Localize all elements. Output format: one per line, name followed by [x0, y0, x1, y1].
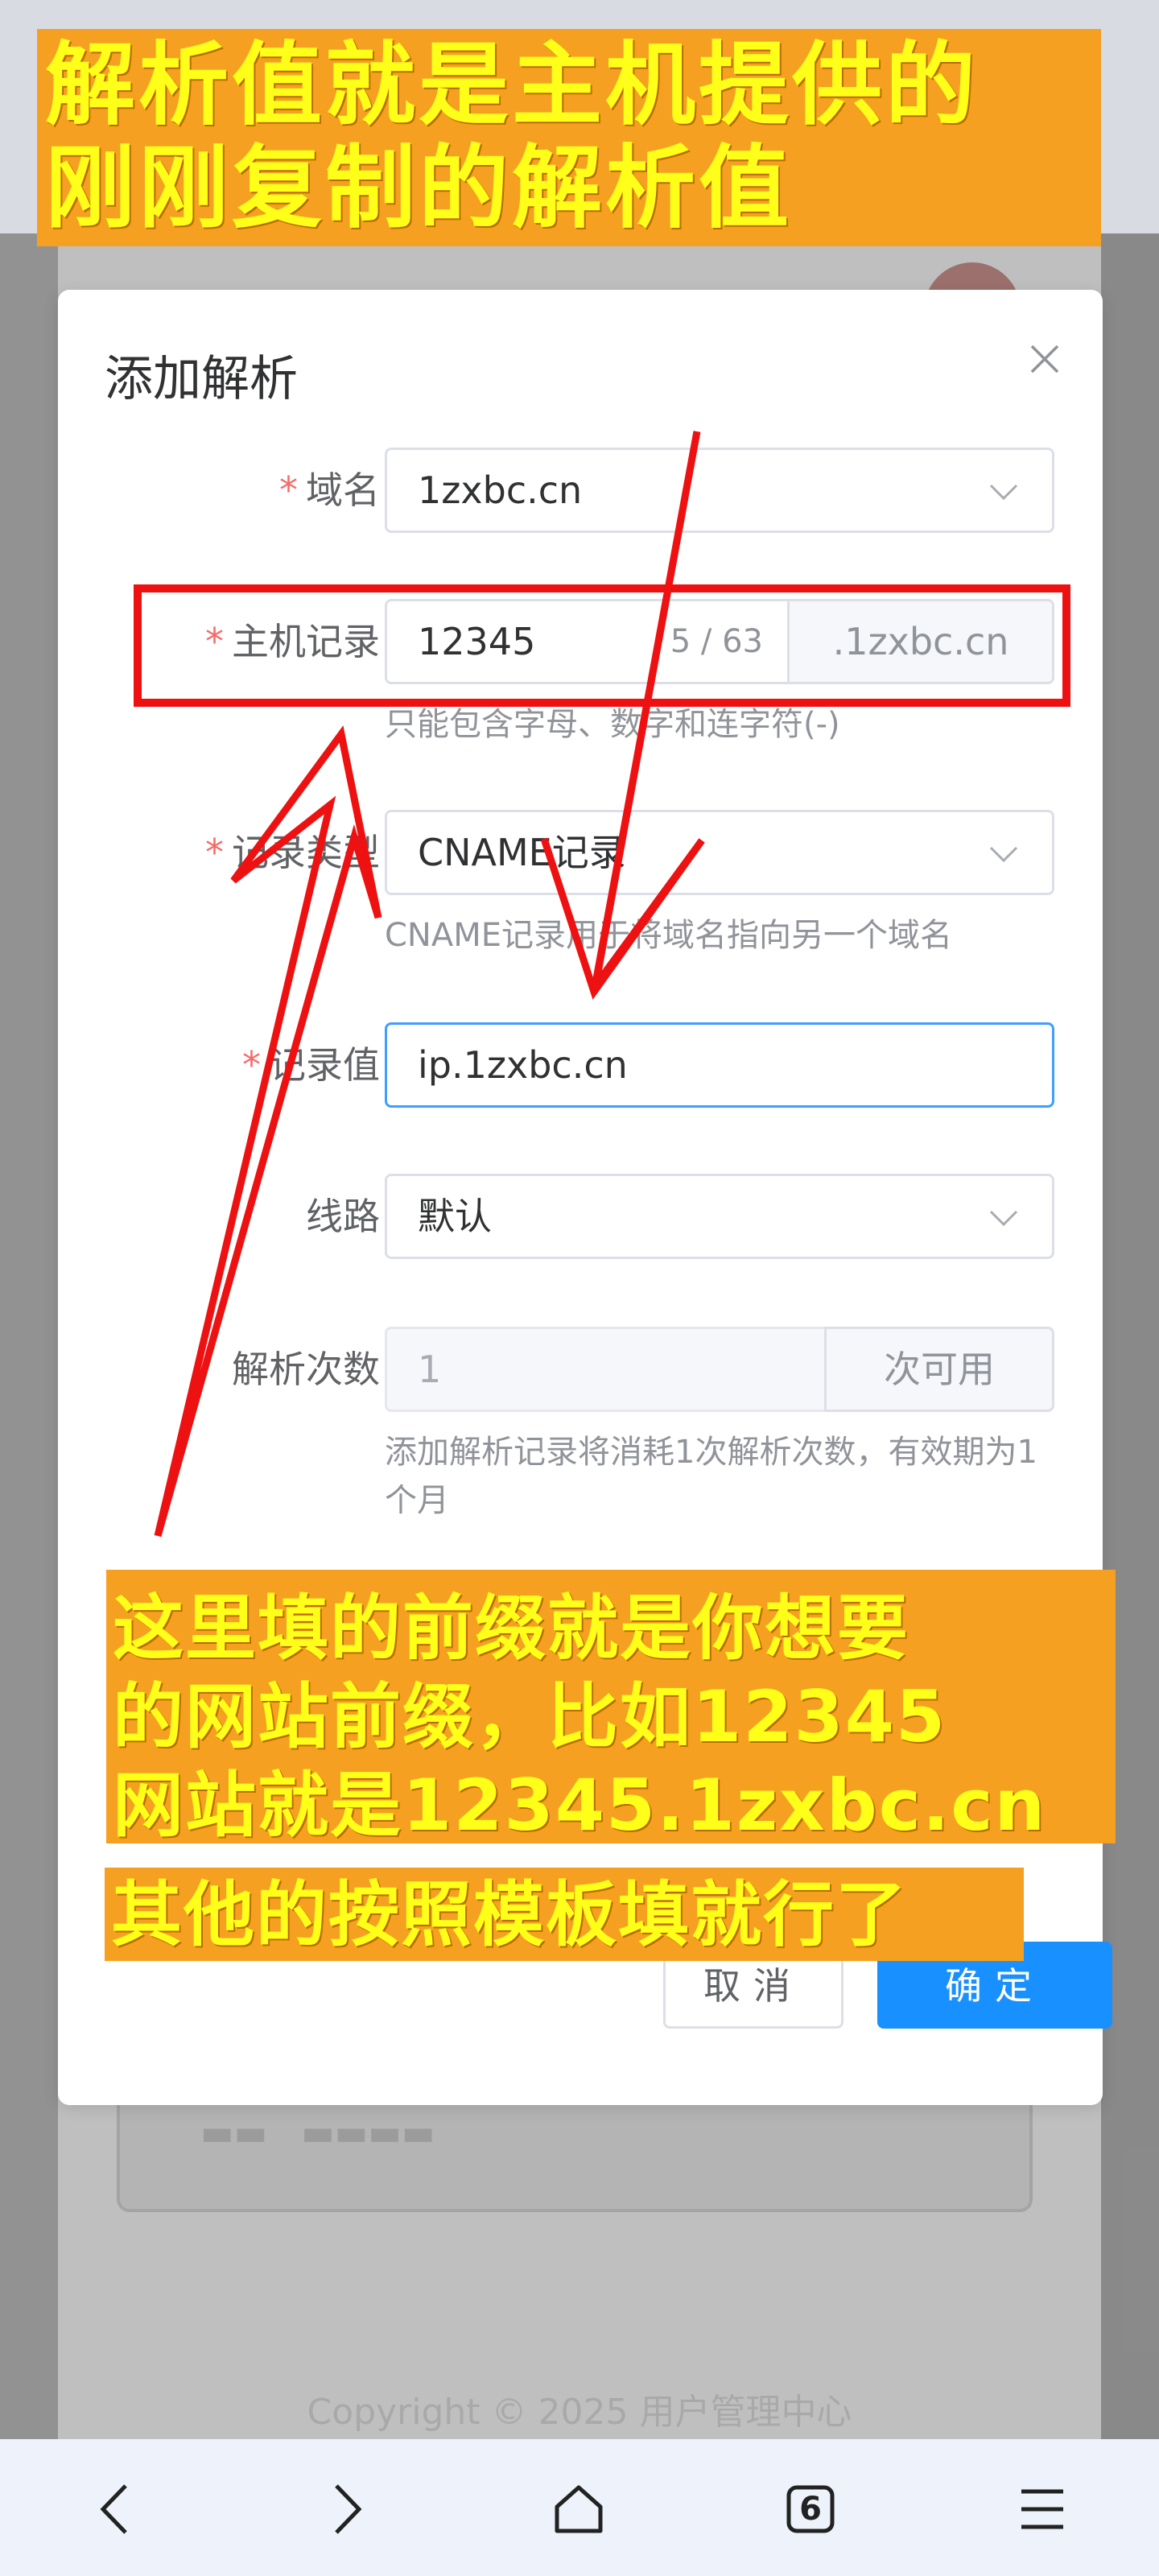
menu-icon[interactable] [998, 2465, 1087, 2553]
back-icon[interactable] [71, 2465, 159, 2553]
tab-count: 6 [799, 2491, 822, 2528]
annotation-arrows [154, 431, 705, 1538]
tabs-icon[interactable]: 6 [766, 2465, 855, 2553]
annotation-top: 解析值就是主机提供的 刚刚复制的解析值 [37, 29, 1101, 246]
annotation-bottom: 其他的按照模板填就行了 [105, 1868, 1024, 1961]
arrow-down [590, 431, 705, 994]
arrow-down-head [540, 837, 705, 1000]
home-icon[interactable] [534, 2465, 623, 2553]
browser-bottom-nav: 6 [0, 2439, 1159, 2576]
forward-icon[interactable] [303, 2465, 391, 2553]
arrow-up-long [154, 725, 382, 1538]
annotation-middle: 这里填的前缀就是你想要 的网站前缀，比如12345 网站就是12345.1zxb… [106, 1570, 1116, 1847]
